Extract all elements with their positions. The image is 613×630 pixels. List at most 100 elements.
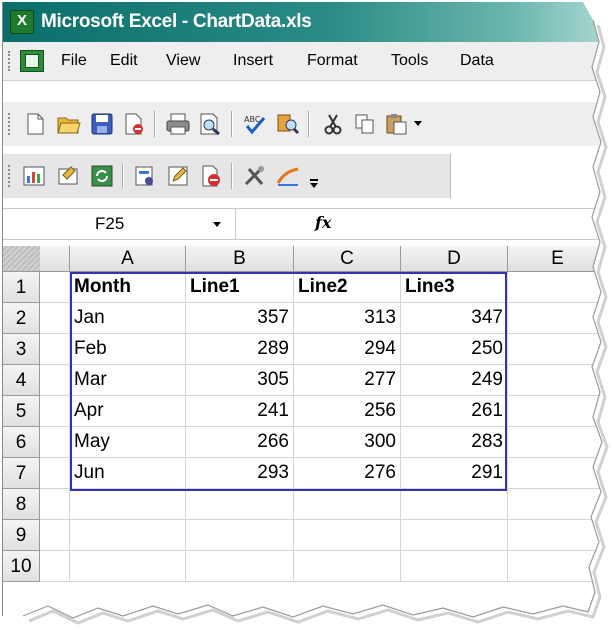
cell-strip[interactable] — [40, 334, 70, 365]
toolbar-grip[interactable] — [8, 165, 14, 187]
cell-strip[interactable] — [40, 427, 70, 458]
cell-c10[interactable] — [294, 551, 401, 582]
excel-app-icon[interactable]: X — [10, 10, 34, 34]
cell-b10[interactable] — [186, 551, 294, 582]
cell-strip[interactable] — [40, 520, 70, 551]
row-header-10[interactable]: 10 — [3, 551, 40, 582]
new-icon[interactable] — [23, 112, 47, 136]
cell-e6[interactable] — [508, 427, 608, 458]
select-all-corner[interactable] — [3, 246, 41, 272]
cell-b1[interactable]: Line1 — [186, 272, 294, 303]
column-header-e[interactable]: E — [508, 246, 608, 272]
insert-function-icon[interactable]: fx — [315, 213, 331, 232]
cell-c1[interactable]: Line2 — [294, 272, 401, 303]
cell-b8[interactable] — [186, 489, 294, 520]
document-control-icon[interactable] — [20, 50, 44, 72]
cell-b7[interactable]: 293 — [186, 458, 294, 489]
toolbar-options-icon[interactable] — [309, 172, 319, 196]
cell-d1[interactable]: Line3 — [401, 272, 508, 303]
cell-d5[interactable]: 261 — [401, 396, 508, 427]
edit-query-icon[interactable] — [133, 164, 157, 188]
cell-c3[interactable]: 294 — [294, 334, 401, 365]
research-icon[interactable] — [276, 112, 300, 136]
open-icon[interactable] — [57, 112, 81, 136]
cell-b4[interactable]: 305 — [186, 365, 294, 396]
cell-b5[interactable]: 241 — [186, 396, 294, 427]
paste-options-arrow-icon[interactable] — [413, 112, 423, 136]
cell-a6[interactable]: May — [70, 427, 186, 458]
cell-strip[interactable] — [40, 272, 70, 303]
cell-b3[interactable]: 289 — [186, 334, 294, 365]
cell-d10[interactable] — [401, 551, 508, 582]
cell-c8[interactable] — [294, 489, 401, 520]
row-header-5[interactable]: 5 — [3, 396, 40, 427]
row-header-1[interactable]: 1 — [3, 272, 40, 303]
cell-e7[interactable] — [508, 458, 608, 489]
title-bar[interactable]: X Microsoft Excel - ChartData.xls — [3, 2, 603, 42]
cell-a1[interactable]: Month — [70, 272, 186, 303]
cell-a9[interactable] — [70, 520, 186, 551]
cell-d3[interactable]: 250 — [401, 334, 508, 365]
row-header-6[interactable]: 6 — [3, 427, 40, 458]
edit-icon[interactable] — [166, 164, 190, 188]
cell-d6[interactable]: 283 — [401, 427, 508, 458]
cell-e5[interactable] — [508, 396, 608, 427]
menu-file[interactable]: File — [61, 52, 87, 70]
menu-tools[interactable]: Tools — [391, 52, 428, 70]
menu-edit[interactable]: Edit — [110, 52, 138, 70]
menu-data[interactable]: Data — [460, 52, 494, 70]
column-header-b[interactable]: B — [186, 246, 294, 272]
cell-e8[interactable] — [508, 489, 608, 520]
cell-c9[interactable] — [294, 520, 401, 551]
cell-a10[interactable] — [70, 551, 186, 582]
cell-d7[interactable]: 291 — [401, 458, 508, 489]
cell-b6[interactable]: 266 — [186, 427, 294, 458]
cell-strip[interactable] — [40, 303, 70, 334]
cell-strip[interactable] — [40, 458, 70, 489]
menu-format[interactable]: Format — [307, 52, 358, 70]
row-header-4[interactable]: 4 — [3, 365, 40, 396]
name-box-dropdown-icon[interactable] — [213, 222, 221, 227]
cell-strip[interactable] — [40, 551, 70, 582]
name-box[interactable]: F25 — [3, 209, 236, 239]
cell-b9[interactable] — [186, 520, 294, 551]
delete-icon[interactable] — [199, 164, 223, 188]
cell-e10[interactable] — [508, 551, 608, 582]
cell-a2[interactable]: Jan — [70, 303, 186, 334]
insert-chart-icon[interactable] — [23, 164, 47, 188]
spelling-icon[interactable]: ABC — [243, 112, 267, 136]
cell-e3[interactable] — [508, 334, 608, 365]
cell-e1[interactable] — [508, 272, 608, 303]
cell-strip[interactable] — [40, 396, 70, 427]
menubar-grip[interactable] — [8, 51, 14, 71]
cell-d8[interactable] — [401, 489, 508, 520]
cell-c6[interactable]: 300 — [294, 427, 401, 458]
cell-e9[interactable] — [508, 520, 608, 551]
cell-a8[interactable] — [70, 489, 186, 520]
cell-a3[interactable]: Feb — [70, 334, 186, 365]
drawing-icon[interactable] — [276, 164, 300, 188]
column-header-a[interactable]: A — [70, 246, 186, 272]
menu-view[interactable]: View — [166, 52, 200, 70]
row-header-9[interactable]: 9 — [3, 520, 40, 551]
properties-icon[interactable] — [57, 164, 81, 188]
cell-a4[interactable]: Mar — [70, 365, 186, 396]
cut-icon[interactable] — [321, 112, 345, 136]
row-header-2[interactable]: 2 — [3, 303, 40, 334]
refresh-icon[interactable] — [90, 164, 114, 188]
column-header-c[interactable]: C — [294, 246, 401, 272]
cell-c2[interactable]: 313 — [294, 303, 401, 334]
toolbar-grip[interactable] — [8, 113, 14, 135]
print-icon[interactable] — [166, 112, 190, 136]
cell-c4[interactable]: 277 — [294, 365, 401, 396]
tools-icon[interactable] — [243, 164, 267, 188]
row-header-7[interactable]: 7 — [3, 458, 40, 489]
copy-icon[interactable] — [353, 112, 377, 136]
print-preview-icon[interactable] — [198, 112, 222, 136]
row-header-8[interactable]: 8 — [3, 489, 40, 520]
permission-icon[interactable] — [122, 112, 146, 136]
save-icon[interactable] — [90, 112, 114, 136]
cell-d9[interactable] — [401, 520, 508, 551]
paste-icon[interactable] — [385, 112, 409, 136]
column-header-d[interactable]: D — [401, 246, 508, 272]
